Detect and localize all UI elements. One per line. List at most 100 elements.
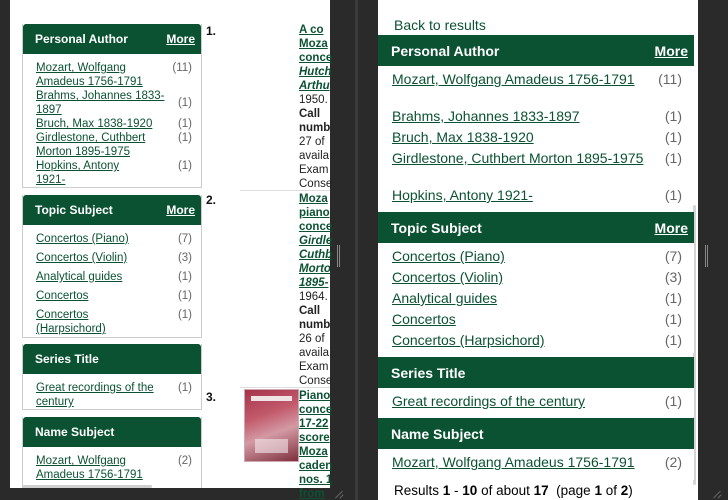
- facet-item-count: (7): [664, 248, 682, 264]
- result-title-line[interactable]: caden: [299, 459, 339, 473]
- facet-item-count: (11): [172, 62, 192, 74]
- facet-item-count: (1): [177, 118, 192, 130]
- result-separator: [240, 387, 330, 388]
- facet-item-count: (1): [664, 129, 682, 145]
- facet-item-link[interactable]: Hopkins, Antony 1921-: [36, 159, 146, 187]
- facet-item-link[interactable]: Mozart, Wolfgang Amadeus 1756-1791: [36, 61, 166, 89]
- facet-item-count: (11): [658, 71, 682, 87]
- result-item: A co Moza conce Hutch Arthu 1950. Call numb 27 o…: [299, 23, 339, 191]
- resize-handle[interactable]: [712, 488, 722, 498]
- result-author-line[interactable]: Hutch: [299, 65, 339, 79]
- right-pane: Personal Author More Mozart, Wolfgang Am…: [378, 0, 698, 500]
- facet-item-link[interactable]: Concertos (Violin): [36, 251, 166, 265]
- facet-item-link[interactable]: Bruch, Max 1838-1920: [392, 129, 534, 146]
- result-title-line[interactable]: score: [299, 431, 339, 445]
- result-call-number-label: Call: [299, 305, 321, 317]
- more-link[interactable]: More: [655, 220, 688, 236]
- results-summary: Results 1 - 10 of about 17 (page 1 of 2): [394, 483, 633, 498]
- facet-topic-subject: Topic Subject More Concertos (Piano) (7)…: [22, 195, 202, 338]
- facet-item-link[interactable]: Brahms, Johannes 1833-1897: [36, 89, 166, 117]
- facet-name-subject: Name Subject Mozart, Wolfgang Amadeus 17…: [22, 417, 202, 488]
- result-title-line[interactable]: conce: [299, 51, 339, 65]
- results-total: 17: [533, 483, 549, 498]
- facet-title: Personal Author: [35, 32, 128, 46]
- facet-item-link[interactable]: Great recordings of the century: [36, 381, 166, 409]
- result-title-line[interactable]: nos. 1: [299, 473, 339, 487]
- facet-series-title: Series Title Great recordings of the cen…: [22, 344, 202, 410]
- facet-item-count: (7): [177, 233, 192, 245]
- facet-item-link[interactable]: Bruch, Max 1838-1920: [36, 117, 176, 131]
- back-to-results-link[interactable]: Back to results: [394, 17, 486, 33]
- result-author-line[interactable]: Cuthb: [299, 248, 339, 262]
- facet-item-count: (1): [177, 271, 192, 283]
- result-call-number-label: Call: [299, 108, 321, 120]
- facet-item-link[interactable]: Mozart, Wolfgang Amadeus 1756-1791: [392, 71, 635, 88]
- facet-item-link[interactable]: Concertos: [392, 311, 456, 328]
- result-title-line[interactable]: Moza: [299, 37, 339, 51]
- result-title-line[interactable]: Moza: [299, 445, 339, 459]
- more-link[interactable]: More: [166, 32, 195, 46]
- result-title-line[interactable]: conce: [299, 220, 339, 234]
- facet-item-count: (1): [177, 97, 192, 109]
- facet-item-link[interactable]: Concertos: [36, 289, 166, 303]
- result-date: 1964.: [299, 291, 328, 303]
- facet-title: Personal Author: [391, 42, 500, 59]
- facet-item-link[interactable]: Concertos (Harpsichord): [392, 332, 545, 349]
- results-of-about: of about: [477, 483, 534, 498]
- facet-item-link[interactable]: Girdlestone, Cuthbert Morton 1895-1975: [392, 150, 643, 167]
- facet-item-link[interactable]: Hopkins, Antony 1921-: [392, 187, 533, 204]
- facet-item-link[interactable]: Mozart, Wolfgang Amadeus 1756-1791: [36, 454, 166, 482]
- results-page-open: (page: [548, 483, 595, 498]
- result-title-line[interactable]: 17-22: [299, 417, 339, 431]
- splitter-grip[interactable]: [705, 245, 708, 267]
- facet-item-link[interactable]: Analytical guides: [36, 270, 166, 284]
- results-page: 1: [594, 483, 602, 498]
- facet-item-count: (1): [664, 311, 682, 327]
- facet-series-title: Series Title Great recordings of the cen…: [378, 357, 694, 417]
- facet-item-link[interactable]: Analytical guides: [392, 290, 497, 307]
- facet-title: Name Subject: [391, 425, 484, 442]
- more-link[interactable]: More: [655, 43, 688, 59]
- result-availability-line: availa: [299, 150, 330, 162]
- facet-title: Topic Subject: [391, 219, 482, 236]
- facet-item-link[interactable]: Girdlestone, Cuthbert Morton 1895-1975: [36, 131, 166, 159]
- result-call-number-label: numb: [299, 122, 331, 134]
- horizontal-scrollbar[interactable]: [22, 485, 152, 488]
- facet-item-link[interactable]: Brahms, Johannes 1833-1897: [392, 108, 580, 125]
- facet-header: Personal Author More: [378, 35, 694, 66]
- facet-item-count: (1): [664, 150, 682, 166]
- result-author-line[interactable]: 1895-: [299, 276, 339, 290]
- facet-item-link[interactable]: Concertos (Violin): [392, 269, 503, 286]
- facet-item-link[interactable]: Concertos (Piano): [36, 232, 166, 246]
- result-title-line[interactable]: Piano: [299, 389, 339, 403]
- facet-item-link[interactable]: Concertos (Piano): [392, 248, 505, 265]
- facet-title: Topic Subject: [35, 203, 113, 217]
- result-separator: [240, 190, 330, 191]
- facet-item-link[interactable]: Concertos (Harpsichord): [36, 308, 146, 336]
- result-title-line[interactable]: conce: [299, 403, 339, 417]
- result-title-line[interactable]: Moza: [299, 192, 339, 206]
- result-availability-line: Exam: [299, 164, 329, 176]
- more-link[interactable]: More: [166, 203, 195, 217]
- result-availability-line: Conse: [299, 178, 333, 190]
- facet-header: Series Title: [23, 344, 201, 374]
- facet-item-count: (1): [664, 108, 682, 124]
- result-title-line[interactable]: piano: [299, 206, 339, 220]
- pane-divider: [355, 0, 358, 500]
- facet-item-count: (1): [177, 309, 192, 321]
- facet-item-count: (1): [664, 290, 682, 306]
- facet-item-count: (3): [177, 252, 192, 264]
- result-item: Piano conce 17-22 score Moza caden nos. 1 from: [299, 389, 339, 500]
- result-author-line[interactable]: Girdle: [299, 234, 339, 248]
- facet-title: Name Subject: [35, 425, 115, 439]
- facet-item-link[interactable]: Great recordings of the century: [392, 393, 585, 410]
- facet-item-count: (2): [664, 454, 682, 470]
- result-author-line[interactable]: Arthu: [299, 79, 339, 93]
- result-title-line[interactable]: from: [299, 487, 339, 500]
- result-availability-line: Conse: [299, 375, 333, 387]
- book-cover-thumbnail[interactable]: [244, 389, 299, 462]
- facet-item-link[interactable]: Mozart, Wolfgang Amadeus 1756-1791: [392, 454, 635, 471]
- result-title-line[interactable]: A co: [299, 23, 339, 37]
- result-author-line[interactable]: Morto: [299, 262, 339, 276]
- result-date: 1950.: [299, 94, 328, 106]
